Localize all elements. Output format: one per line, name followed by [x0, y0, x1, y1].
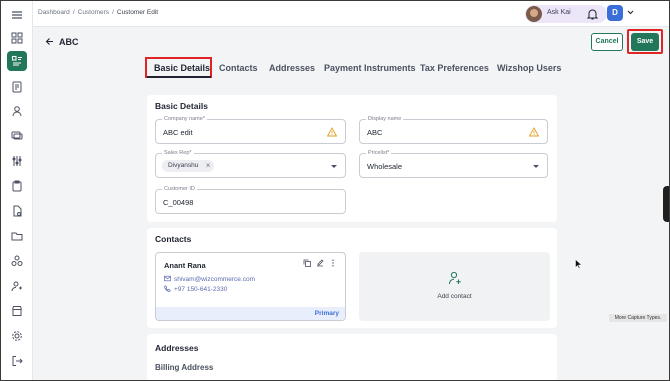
company-name-field[interactable]: Company name* ABC edit: [155, 116, 346, 144]
documents-icon[interactable]: [7, 201, 27, 221]
sales-rep-label: Sales Rep*: [162, 150, 194, 156]
tab-addresses[interactable]: Addresses: [269, 63, 315, 73]
mouse-cursor-icon: [575, 259, 582, 269]
company-name-value: ABC edit: [163, 128, 193, 137]
tab-label: Basic Details: [154, 63, 211, 73]
add-user-icon: [449, 271, 461, 285]
breadcrumb-dashboard[interactable]: Dashboard: [38, 9, 70, 16]
tab-wizshop-users[interactable]: Wizshop Users: [497, 63, 561, 73]
save-button[interactable]: Save: [631, 33, 659, 51]
sales-rep-select[interactable]: Sales Rep* Divyanshu ×: [155, 150, 346, 178]
contacts-title: Contacts: [155, 234, 192, 244]
cancel-button[interactable]: Cancel: [591, 33, 623, 51]
breadcrumb: Dashboard / Customers / Customer Edit: [38, 9, 159, 16]
mail-icon: [164, 275, 171, 282]
pricelist-value: Wholesale: [367, 162, 403, 171]
company-name-label: Company name*: [162, 116, 207, 122]
chip-remove-icon[interactable]: ×: [206, 160, 211, 172]
tab-basic-details[interactable]: Basic Details: [145, 57, 212, 78]
primary-badge-label: Primary: [314, 310, 339, 317]
pricelist-select[interactable]: Pricelist* Wholesale: [359, 150, 548, 178]
folder-icon[interactable]: [7, 226, 27, 246]
dropdown-caret-icon: [533, 165, 539, 168]
contacts-card: Contacts Anant Rana shivam@wizcommerce.c…: [147, 228, 557, 328]
active-tab-underline: [147, 76, 211, 78]
copy-icon[interactable]: [303, 259, 311, 267]
contact-email[interactable]: shivam@wizcommerce.com: [164, 275, 255, 283]
integrations-icon[interactable]: [7, 251, 27, 271]
kai-avatar: [526, 6, 542, 22]
add-contact-label: Add contact: [437, 293, 472, 300]
dashboard-icon[interactable]: [7, 28, 27, 48]
display-name-field[interactable]: Display name ABC: [359, 116, 548, 144]
gear-icon[interactable]: [7, 326, 27, 346]
addresses-title: Addresses: [155, 343, 199, 353]
customer-id-value: C_00498: [163, 198, 194, 207]
sales-rep-value: Divyanshu: [168, 162, 199, 169]
orders-icon[interactable]: [7, 77, 27, 97]
sidebar: [1, 1, 33, 380]
addresses-card: Addresses Billing Address: [147, 334, 557, 380]
catalog-icon[interactable]: [7, 51, 27, 71]
user-settings-icon[interactable]: [7, 276, 27, 296]
contact-phone[interactable]: +97 150-641-2330: [164, 285, 227, 293]
billing-address-title: Billing Address: [155, 363, 214, 372]
contact-phone-text: +97 150-641-2330: [174, 286, 228, 293]
contact-actions: [303, 259, 337, 267]
customers-icon[interactable]: [7, 101, 27, 121]
warning-icon: [529, 127, 539, 137]
dropdown-caret-icon: [331, 165, 337, 168]
warning-icon: [327, 127, 337, 137]
user-avatar[interactable]: D: [607, 5, 623, 21]
logout-icon[interactable]: [7, 351, 27, 371]
pricelist-label: Pricelist*: [366, 150, 392, 156]
edit-icon[interactable]: [316, 259, 324, 267]
customer-id-field[interactable]: Customer ID C_00498: [155, 186, 346, 214]
basic-details-title: Basic Details: [155, 101, 208, 111]
phone-icon: [164, 285, 171, 292]
save-highlight: Save: [627, 29, 663, 54]
ask-kai-label: Ask Kai: [547, 9, 571, 16]
capture-tooltip: More Capture Types.: [609, 314, 667, 322]
menu-icon[interactable]: [7, 5, 27, 25]
primary-badge: Primary: [156, 307, 345, 320]
sales-rep-chip: Divyanshu ×: [162, 160, 215, 172]
payments-icon[interactable]: [7, 125, 27, 145]
store-icon[interactable]: [7, 301, 27, 321]
back-arrow-icon[interactable]: [45, 37, 54, 46]
more-options-icon[interactable]: [329, 259, 337, 267]
breadcrumb-customers[interactable]: Customers: [78, 9, 109, 16]
page-title: ABC: [59, 37, 79, 47]
side-panel-handle[interactable]: [663, 186, 669, 222]
contact-name: Anant Rana: [164, 261, 206, 270]
add-contact-button[interactable]: Add contact: [359, 252, 550, 321]
bell-icon[interactable]: [587, 8, 598, 20]
chevron-down-icon[interactable]: [627, 10, 634, 15]
settings-sliders-icon[interactable]: [7, 151, 27, 171]
contact-card[interactable]: Anant Rana shivam@wizcommerce.com +97 15…: [155, 252, 346, 321]
tab-payment-instruments[interactable]: Payment Instruments: [324, 63, 416, 73]
display-name-value: ABC: [367, 128, 383, 137]
breadcrumb-current: Customer Edit: [116, 9, 159, 16]
tab-contacts[interactable]: Contacts: [219, 63, 258, 73]
clipboard-icon[interactable]: [7, 176, 27, 196]
display-name-label: Display name: [366, 116, 404, 122]
app-window: Dashboard / Customers / Customer Edit Ask Ka…: [0, 0, 670, 381]
tab-tax-preferences[interactable]: Tax Preferences: [420, 63, 489, 73]
basic-details-card: Basic Details Company name* ABC edit Dis…: [147, 95, 557, 222]
contact-email-text: shivam@wizcommerce.com: [174, 276, 255, 283]
customer-id-label: Customer ID: [162, 186, 197, 192]
